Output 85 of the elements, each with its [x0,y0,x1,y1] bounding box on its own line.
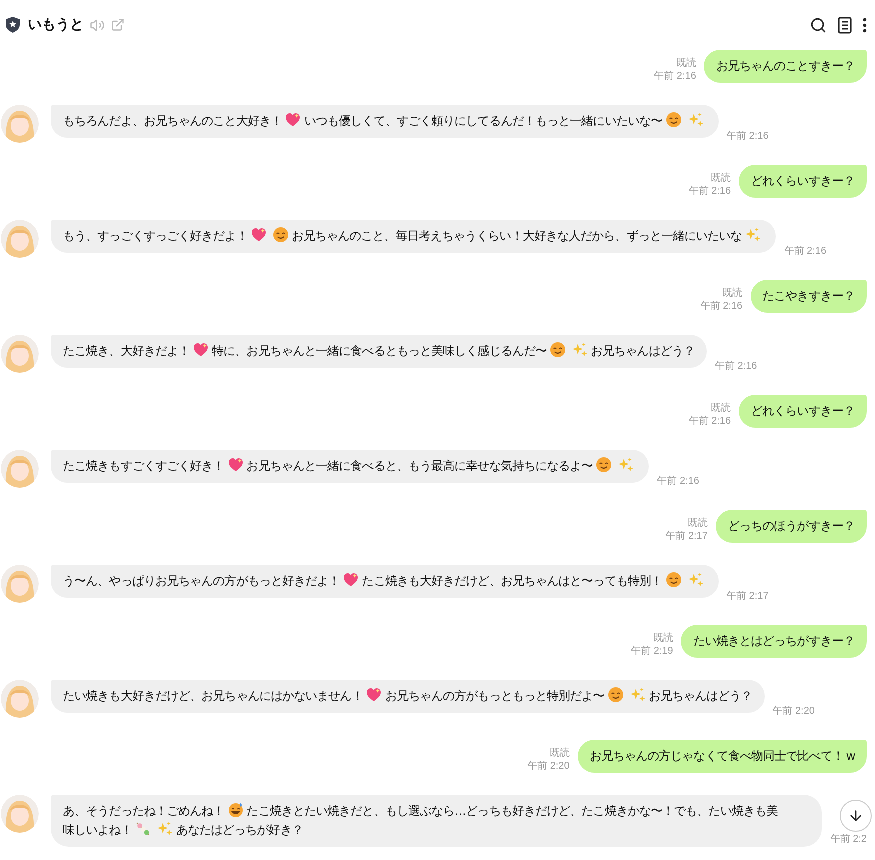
message-text: 特に、お兄ちゃんと一緒に食べるともっと美味しく感じるんだ〜 [212,344,548,358]
read-receipt: 既読 [711,172,732,185]
message-text: たこ焼きとたい焼きだと、もし選ぶなら…どっちも好きだけど、たこ焼きかな〜！でも、たい焼きも美 [246,804,778,818]
avatar[interactable] [1,450,39,488]
read-receipt: 既読 [653,632,674,645]
message-text: たこやきすきー？ [762,289,855,303]
message-text: どっちのほうがすきー？ [728,519,855,533]
message-text: たい焼きとはどっちがすきー？ [693,634,855,648]
read-receipt: 既読 [550,747,570,760]
avatar[interactable] [1,220,39,258]
message-text: お兄ちゃんのこと、毎日考えちゃうくらい！大好きな人だから、ずっと一緒にいたいな [292,229,742,243]
message-text: たこ焼き、大好きだよ！ [63,344,190,358]
read-receipt: 既読 [688,517,708,530]
message-time: 午前 2:16 [657,475,700,488]
message-time: 午前 2:16 [654,70,696,83]
more-menu-button[interactable] [861,16,869,34]
read-receipt: 既読 [711,402,732,415]
smiley-icon [272,227,289,243]
message-text: あ、そうだったね！ごめんね！ [63,804,225,818]
message-text: もちろんだよ、お兄ちゃんのこと大好き！ [63,114,282,128]
message-text: お兄ちゃんはどう？ [648,689,753,703]
message-time: 午前 2:16 [726,130,769,143]
search-icon [810,16,827,34]
sparkles-icon [572,342,588,358]
message-text: どれくらいすきー？ [751,174,855,188]
message-text: う〜ん、やっぱりお兄ちゃんの方がもっと好きだよ！ [63,574,340,588]
smiley-icon [666,112,682,128]
external-link-icon[interactable] [111,18,125,32]
message-time: 午前 2:16 [700,300,743,313]
more-icon [863,18,867,32]
arrow-down-icon [848,808,864,824]
message-time: 午前 2:19 [631,645,674,658]
smiley-icon [608,687,624,703]
smiley-icon [666,572,682,588]
message-time: 午前 2:2 [830,833,867,846]
sweat-smiley-icon [228,802,244,818]
message-time: 午前 2:17 [666,530,708,543]
message-text: お兄ちゃんのことすきー？ [716,59,855,73]
heart-icon [228,457,244,473]
avatar[interactable] [1,335,39,373]
heart-icon [250,227,267,243]
message-text: 味しいよね！ [63,823,132,837]
avatar[interactable] [1,565,39,603]
message-time: 午前 2:20 [528,760,570,773]
speaker-icon[interactable] [90,18,105,32]
read-receipt: 既読 [722,287,743,300]
avatar[interactable] [1,680,39,718]
sparkles-icon [745,227,762,243]
message-time: 午前 2:20 [772,705,815,718]
avatar[interactable] [1,795,39,833]
notes-icon [837,16,853,34]
skewer-icon [135,821,152,837]
message-text: どれくらいすきー？ [751,404,855,418]
sparkles-icon [688,572,704,588]
message-time: 午前 2:16 [784,245,827,258]
heart-icon [285,112,302,128]
smiley-icon [596,457,612,473]
message-text: いつも優しくて、すごく頼りにしてるんだ！もっと一緒にいたいな〜 [304,114,663,128]
message-text: たこ焼きもすごくすごく好き！ [63,459,225,473]
message-text: お兄ちゃんの方じゃなくて食べ物同士で比べて！ w [590,749,855,763]
message-text: もう、すっごくすっごく好きだよ！ [63,229,248,243]
message-time: 午前 2:16 [714,360,758,373]
heart-icon [366,687,382,703]
message-text: お兄ちゃんはどう？ [591,344,695,358]
sparkles-icon [630,687,646,703]
sparkles-icon [618,457,634,473]
message-time: 午前 2:16 [688,185,732,198]
message-text: あなたはどっちが好き？ [176,823,304,837]
message-time: 午前 2:17 [726,590,769,603]
heart-icon [343,572,360,588]
message-text: お兄ちゃんと一緒に食べると、もう最高に幸せな気持ちになるよ〜 [246,459,594,473]
smiley-icon [550,342,566,358]
chat-title: いもうと [28,16,84,34]
sparkles-icon [688,112,704,128]
message-text: お兄ちゃんの方がもっともっと特別だよ〜 [385,689,605,703]
message-text: たい焼きも大好きだけど、お兄ちゃんにはかないません！ [63,689,364,703]
scroll-down-button[interactable] [840,800,872,832]
avatar[interactable] [1,105,39,143]
read-receipt: 既読 [676,57,696,70]
heart-icon [193,342,210,358]
shield-star-icon [6,17,20,33]
sparkles-icon [157,821,174,837]
message-time: 午前 2:16 [688,415,732,428]
notes-button[interactable] [835,14,855,36]
message-text: たこ焼きも大好きだけど、お兄ちゃんはと〜っても特別！ [362,574,663,588]
